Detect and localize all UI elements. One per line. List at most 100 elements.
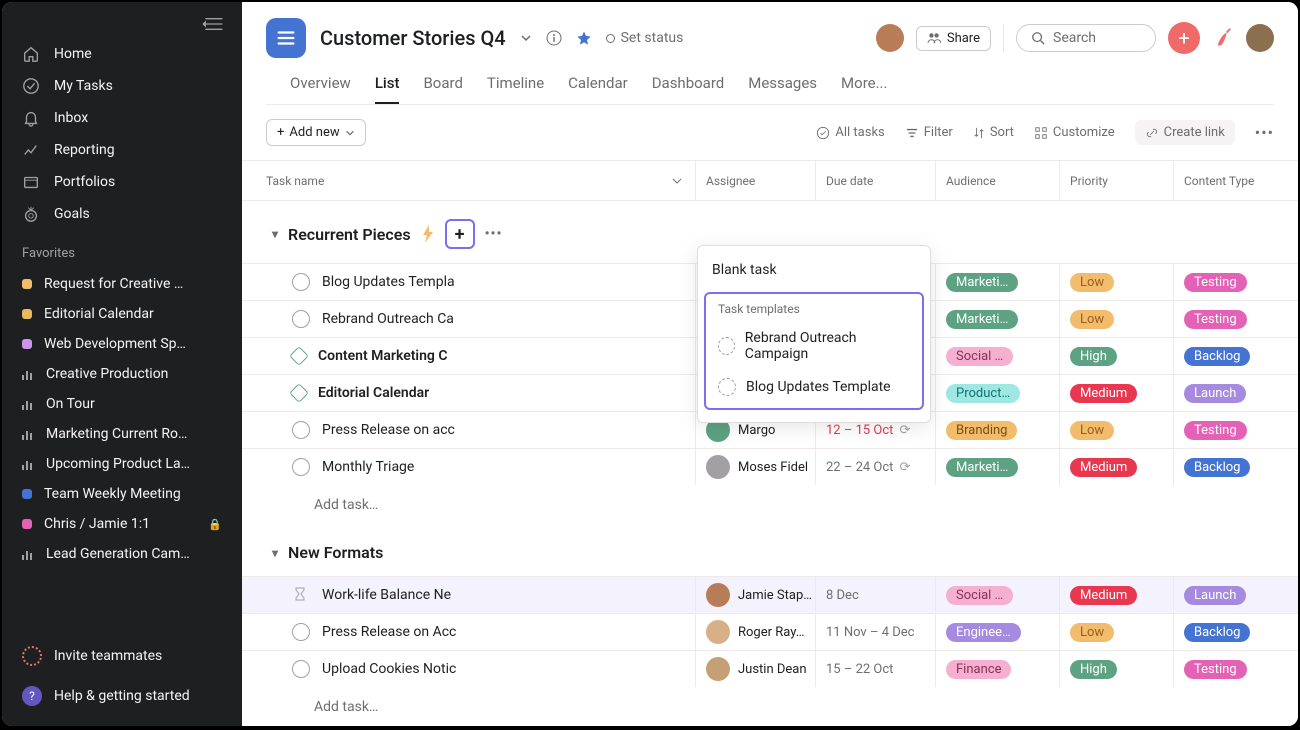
favorite-item[interactable]: Creative Production — [2, 359, 242, 389]
complete-icon[interactable] — [292, 660, 310, 678]
task-name-cell[interactable]: Monthly Triage — [242, 449, 696, 485]
tab-calendar[interactable]: Calendar — [568, 74, 628, 104]
favorite-item[interactable]: Editorial Calendar — [2, 299, 242, 329]
favorite-item[interactable]: Chris / Jamie 1:1🔒 — [2, 509, 242, 539]
milestone-icon[interactable] — [289, 383, 309, 403]
content-type-cell[interactable]: Testing — [1174, 412, 1274, 448]
section-add-button[interactable]: + — [445, 219, 475, 249]
favorite-item[interactable]: On Tour — [2, 389, 242, 419]
project-dropdown[interactable] — [520, 32, 532, 44]
set-status-button[interactable]: Set status — [606, 30, 684, 46]
search-input[interactable]: Search — [1016, 24, 1156, 52]
assignee-cell[interactable]: Moses Fidel — [696, 449, 816, 485]
nav-goals[interactable]: Goals — [2, 198, 242, 230]
favorite-item[interactable]: Web Development Sp… — [2, 329, 242, 359]
task-row[interactable]: Upload Cookies NoticJustin Dean15 – 22 O… — [242, 650, 1298, 687]
task-name-cell[interactable]: Blog Updates Templa — [242, 264, 696, 300]
column-priority[interactable]: Priority — [1060, 161, 1174, 200]
tab-board[interactable]: Board — [423, 74, 462, 104]
task-row[interactable]: Work-life Balance NeJamie Stap…8 DecSoci… — [242, 576, 1298, 613]
priority-cell[interactable]: High — [1060, 338, 1174, 374]
tab-timeline[interactable]: Timeline — [487, 74, 544, 104]
task-name-cell[interactable]: Content Marketing C — [242, 338, 696, 374]
column-task-name[interactable]: Task name — [242, 161, 696, 200]
audience-cell[interactable]: Social … — [936, 338, 1060, 374]
priority-cell[interactable]: Low — [1060, 412, 1174, 448]
create-link-button[interactable]: Create link — [1135, 120, 1235, 145]
task-name-cell[interactable]: Press Release on acc — [242, 412, 696, 448]
global-add-button[interactable]: + — [1168, 22, 1200, 54]
audience-cell[interactable]: Finance — [936, 651, 1060, 687]
priority-cell[interactable]: Medium — [1060, 449, 1174, 485]
collapse-sidebar-button[interactable] — [2, 10, 242, 38]
nav-my-tasks[interactable]: My Tasks — [2, 70, 242, 102]
priority-cell[interactable]: Medium — [1060, 577, 1174, 613]
complete-icon[interactable] — [292, 623, 310, 641]
assignee-cell[interactable]: Roger Ray… — [696, 614, 816, 650]
invite-teammates-button[interactable]: Invite teammates — [2, 636, 242, 676]
nav-reporting[interactable]: Reporting — [2, 134, 242, 166]
task-name-cell[interactable]: Rebrand Outreach Ca — [242, 301, 696, 337]
add-new-button[interactable]: + Add new — [266, 119, 366, 146]
assignee-cell[interactable]: Justin Dean — [696, 651, 816, 687]
more-actions-button[interactable]: ••• — [1255, 123, 1274, 142]
content-type-cell[interactable]: Backlog — [1174, 338, 1274, 374]
audience-cell[interactable]: Social … — [936, 577, 1060, 613]
complete-icon[interactable] — [292, 273, 310, 291]
tab-list[interactable]: List — [375, 74, 400, 104]
add-task-button[interactable]: Add task… — [242, 485, 1298, 525]
user-avatar[interactable] — [1246, 24, 1274, 52]
template-option[interactable]: Rebrand Outreach Campaign — [714, 322, 914, 370]
nav-portfolios[interactable]: Portfolios — [2, 166, 242, 198]
column-content-type[interactable]: Content Type — [1174, 161, 1274, 200]
column-due-date[interactable]: Due date — [816, 161, 936, 200]
content-type-cell[interactable]: Launch — [1174, 577, 1274, 613]
task-name-cell[interactable]: Press Release on Acc — [242, 614, 696, 650]
priority-cell[interactable]: Low — [1060, 264, 1174, 300]
priority-cell[interactable]: Medium — [1060, 375, 1174, 411]
blank-task-option[interactable]: Blank task — [698, 252, 930, 288]
favorite-item[interactable]: Request for Creative … — [2, 269, 242, 299]
due-date-cell[interactable]: 8 Dec — [816, 577, 936, 613]
priority-cell[interactable]: Low — [1060, 301, 1174, 337]
template-option[interactable]: Blog Updates Template — [714, 370, 914, 404]
hourglass-icon[interactable] — [292, 586, 310, 604]
tab-messages[interactable]: Messages — [748, 74, 817, 104]
task-row[interactable]: Monthly TriageMoses Fidel22 – 24 Oct ⟳Ma… — [242, 448, 1298, 485]
content-type-cell[interactable]: Testing — [1174, 264, 1274, 300]
audience-cell[interactable]: Product… — [936, 375, 1060, 411]
audience-cell[interactable]: Marketi… — [936, 264, 1060, 300]
filter-button[interactable]: Filter — [905, 125, 953, 140]
nav-inbox[interactable]: Inbox — [2, 102, 242, 134]
due-date-cell[interactable]: 15 – 22 Oct — [816, 651, 936, 687]
content-type-cell[interactable]: Backlog — [1174, 614, 1274, 650]
nav-home[interactable]: Home — [2, 38, 242, 70]
complete-icon[interactable] — [292, 421, 310, 439]
favorite-item[interactable]: Upcoming Product La… — [2, 449, 242, 479]
celebration-icon[interactable] — [1212, 27, 1234, 49]
section-header[interactable]: ▾New Formats — [242, 525, 1298, 576]
tab-more[interactable]: More... — [841, 74, 887, 104]
task-name-cell[interactable]: Editorial Calendar — [242, 375, 696, 411]
share-button[interactable]: Share — [916, 26, 991, 51]
due-date-cell[interactable]: 11 Nov – 4 Dec — [816, 614, 936, 650]
section-more-button[interactable]: ••• — [485, 226, 503, 242]
complete-icon[interactable] — [292, 310, 310, 328]
tab-overview[interactable]: Overview — [290, 74, 351, 104]
column-assignee[interactable]: Assignee — [696, 161, 816, 200]
info-icon[interactable] — [546, 30, 562, 46]
due-date-cell[interactable]: 22 – 24 Oct ⟳ — [816, 449, 936, 485]
priority-cell[interactable]: Low — [1060, 614, 1174, 650]
audience-cell[interactable]: Marketi… — [936, 301, 1060, 337]
content-type-cell[interactable]: Backlog — [1174, 449, 1274, 485]
help-button[interactable]: ? Help & getting started — [2, 676, 242, 716]
task-name-cell[interactable]: Work-life Balance Ne — [242, 577, 696, 613]
tab-dashboard[interactable]: Dashboard — [652, 74, 725, 104]
favorite-item[interactable]: Lead Generation Cam… — [2, 539, 242, 569]
all-tasks-filter[interactable]: All tasks — [816, 125, 884, 140]
assignee-cell[interactable]: Jamie Stap… — [696, 577, 816, 613]
complete-icon[interactable] — [292, 458, 310, 476]
audience-cell[interactable]: Enginee… — [936, 614, 1060, 650]
star-icon[interactable] — [576, 30, 592, 46]
member-avatar[interactable] — [876, 24, 904, 52]
